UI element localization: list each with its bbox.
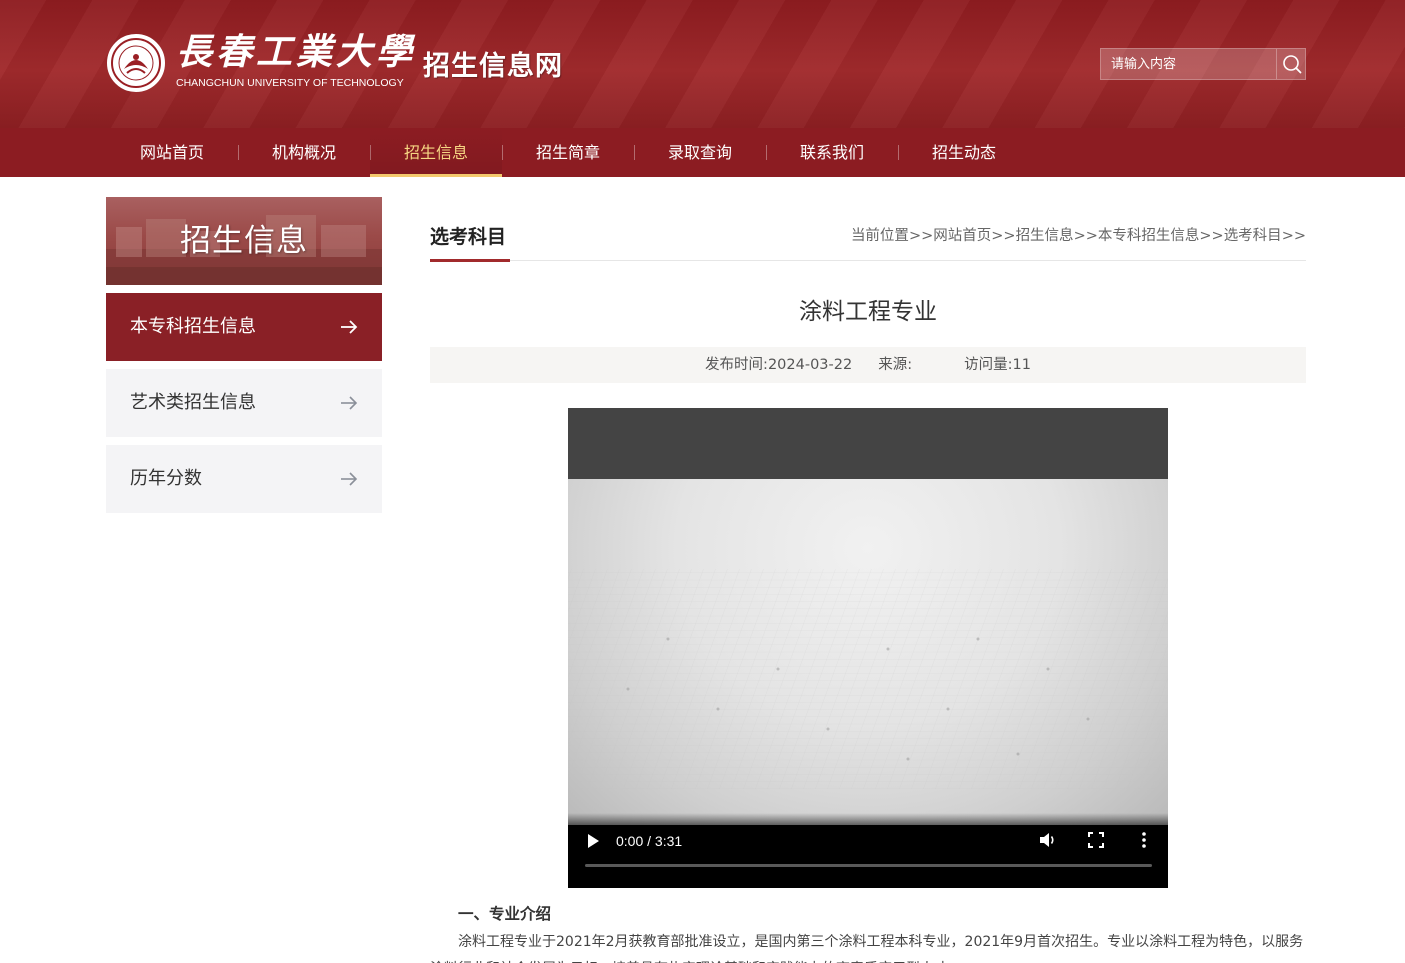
article-meta: 发布时间:2024-03-22 来源: 访问量:11 [430, 347, 1306, 383]
content-paragraph: 涂料工程专业于2021年2月获教育部批准设立，是国内第三个涂料工程本科专业，20… [430, 934, 1304, 963]
breadcrumb-separator: >> [1073, 228, 1098, 244]
video-player[interactable]: 0:00 / 3:31 [568, 408, 1168, 888]
play-icon[interactable] [585, 832, 601, 850]
site-title[interactable]: 招生信息网 [423, 44, 563, 83]
more-options-icon[interactable] [1136, 831, 1152, 849]
breadcrumb-prefix: 当前位置 [850, 228, 909, 244]
arrow-right-icon [341, 472, 358, 486]
views-label: 访问量: [964, 357, 1013, 373]
breadcrumb-separator: >> [991, 228, 1016, 244]
video-letterbox [568, 408, 1168, 479]
video-controls [568, 813, 1168, 888]
sidebar-item-past-scores[interactable]: 历年分数 [106, 445, 382, 513]
arrow-right-icon [341, 396, 358, 410]
arrow-right-icon [341, 320, 358, 334]
university-name-cn: 長春工業大學 [176, 31, 417, 73]
breadcrumb-separator: >> [1199, 228, 1224, 244]
publish-label: 发布时间: [705, 357, 768, 373]
fullscreen-icon[interactable] [1087, 831, 1105, 849]
nav-item-admission-query[interactable]: 录取查询 [634, 128, 766, 177]
university-emblem-icon[interactable] [107, 34, 165, 92]
search-box [1100, 48, 1306, 80]
video-progress-bar[interactable] [585, 864, 1152, 867]
nav-item-about[interactable]: 机构概况 [238, 128, 370, 177]
sidebar-item-art-info[interactable]: 艺术类招生信息 [106, 369, 382, 437]
main-nav: 网站首页 机构概况 招生信息 招生简章 录取查询 联系我们 招生动态 [0, 128, 1405, 177]
volume-icon[interactable] [1038, 830, 1058, 850]
video-frame[interactable] [568, 479, 1168, 825]
breadcrumb-home[interactable]: 网站首页 [933, 228, 991, 244]
section-title: 选考科目 [430, 226, 507, 248]
university-name-en: CHANGCHUN UNIVERSITY OF TECHNOLOGY [176, 77, 404, 89]
section-divider [430, 260, 1306, 261]
breadcrumb-separator: >> [908, 228, 934, 244]
views-count: 11 [1012, 357, 1031, 373]
breadcrumb: 当前位置>>网站首页>>招生信息>>本专科招生信息>>选考科目>> [851, 224, 1306, 245]
search-icon [1282, 55, 1301, 74]
nav-item-home[interactable]: 网站首页 [106, 128, 238, 177]
breadcrumb-undergrad-info[interactable]: 本专科招生信息 [1098, 228, 1200, 244]
sidebar-banner: 招生信息 [106, 197, 382, 285]
search-input[interactable] [1101, 49, 1275, 79]
sidebar-item-label: 历年分数 [130, 468, 202, 489]
search-button[interactable] [1276, 49, 1306, 79]
sidebar-banner-title: 招生信息 [180, 223, 308, 259]
source-label: 来源: [878, 357, 913, 373]
sidebar-item-undergrad-info[interactable]: 本专科招生信息 [106, 293, 382, 361]
nav-item-brochure[interactable]: 招生简章 [502, 128, 634, 177]
nav-item-news[interactable]: 招生动态 [898, 128, 1030, 177]
site-header: 長春工業大學 CHANGCHUN UNIVERSITY OF TECHNOLOG… [0, 0, 1405, 128]
article-title: 涂料工程专业 [799, 299, 937, 325]
video-time: 0:00 / 3:31 [616, 833, 683, 849]
sidebar-item-label: 本专科招生信息 [130, 316, 256, 337]
publish-date: 2024-03-22 [767, 357, 853, 373]
breadcrumb-separator: >> [1281, 228, 1306, 244]
section-title-underline [430, 259, 510, 262]
content-section-heading: 一、专业介绍 [458, 905, 552, 923]
breadcrumb-subject-selection[interactable]: 选考科目 [1224, 228, 1282, 244]
nav-item-contact[interactable]: 联系我们 [766, 128, 898, 177]
nav-item-admission-info[interactable]: 招生信息 [370, 128, 502, 177]
sidebar-item-label: 艺术类招生信息 [130, 392, 256, 413]
grid-pattern-image [568, 569, 1168, 789]
breadcrumb-admission-info[interactable]: 招生信息 [1016, 228, 1074, 244]
